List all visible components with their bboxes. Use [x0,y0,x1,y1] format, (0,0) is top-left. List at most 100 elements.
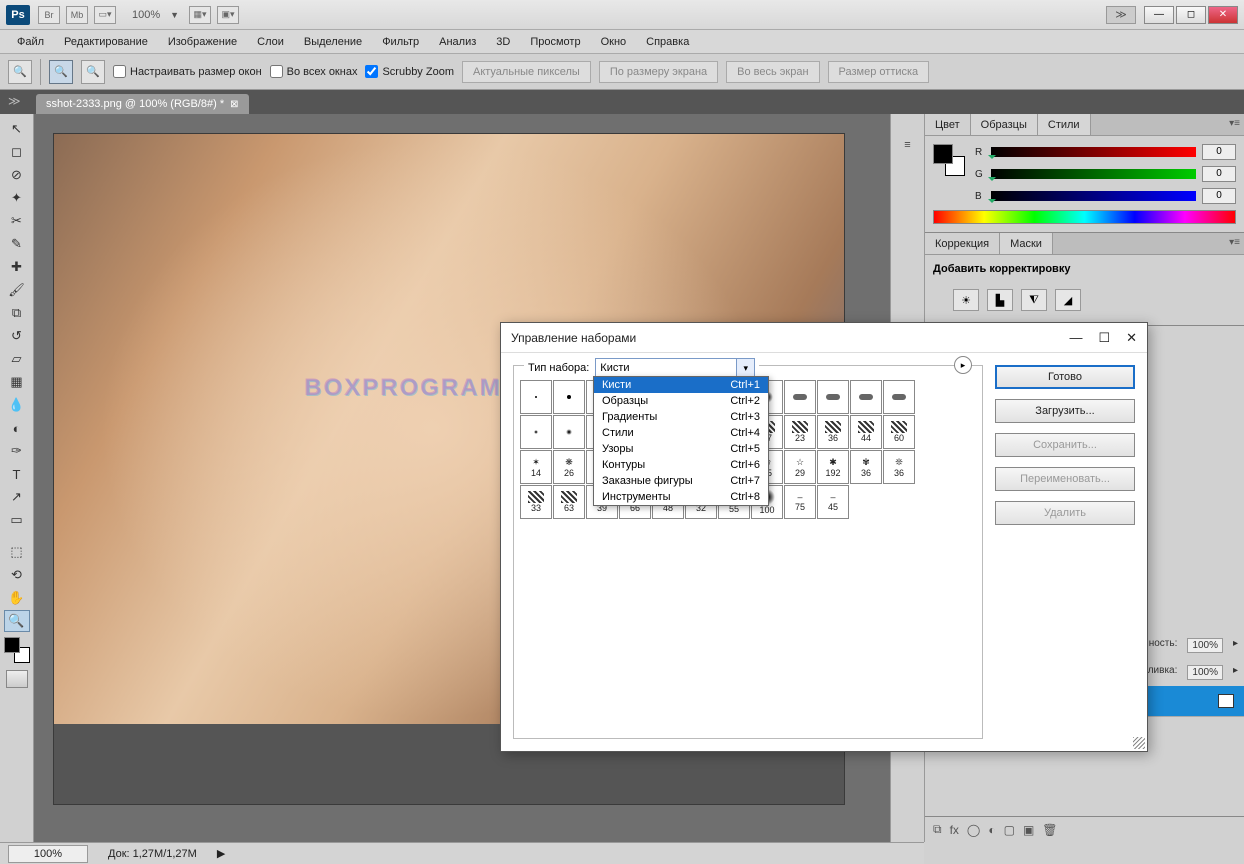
dialog-titlebar[interactable]: Управление наборами — ☐ ✕ [501,323,1147,353]
zoom-out-icon[interactable]: 🔍 [81,60,105,84]
bridge-icon[interactable]: Br [38,6,60,24]
tab-masks[interactable]: Маски [1000,233,1053,254]
brush-preset[interactable] [520,415,552,449]
gradient-tool-icon[interactable]: ▦ [4,371,30,393]
brush-preset[interactable]: –75 [784,485,816,519]
move-tool-icon[interactable]: ↖ [4,118,30,140]
mask-icon[interactable]: ◯ [967,823,980,837]
pen-tool-icon[interactable]: ✑ [4,440,30,462]
brush-preset[interactable] [520,380,552,414]
all-windows-checkbox[interactable]: Во всех окнах [270,65,358,78]
wand-tool-icon[interactable]: ✦ [4,187,30,209]
print-size-button[interactable]: Размер оттиска [828,61,930,83]
document-tab[interactable]: sshot-2333.png @ 100% (RGB/8#) * ⊠ [36,94,249,114]
load-button[interactable]: Загрузить... [995,399,1135,423]
save-button[interactable]: Сохранить... [995,433,1135,457]
panel-menu-icon[interactable]: ▾≡ [1229,118,1240,129]
color-swatches[interactable] [933,144,965,176]
adjustment-layer-icon[interactable]: ◐ [988,823,995,837]
menu-layer[interactable]: Слои [248,33,293,51]
brush-preset[interactable]: ✾36 [850,450,882,484]
done-button[interactable]: Готово [995,365,1135,389]
b-slider[interactable] [991,191,1196,201]
blur-tool-icon[interactable]: 💧 [4,394,30,416]
brightness-icon[interactable]: ☀ [953,289,979,311]
menu-image[interactable]: Изображение [159,33,246,51]
brush-preset[interactable]: 36 [817,415,849,449]
fill-screen-button[interactable]: Во весь экран [726,61,819,83]
brush-preset[interactable]: ❋26 [553,450,585,484]
tab-scroll-icon[interactable]: ≫ [8,94,21,108]
brush-preset[interactable] [883,380,915,414]
close-button[interactable]: ✕ [1208,6,1238,24]
collapse-button[interactable]: ≫ [1106,6,1136,24]
spectrum-bar[interactable] [933,210,1236,224]
foreground-background-swatch[interactable] [4,637,30,663]
tab-color[interactable]: Цвет [925,114,971,135]
menu-edit[interactable]: Редактирование [55,33,157,51]
set-type-select[interactable]: Кисти ▾ [595,358,755,378]
menu-view[interactable]: Просмотр [521,33,589,51]
menu-filter[interactable]: Фильтр [373,33,428,51]
dropdown-item[interactable]: СтилиCtrl+4 [594,425,768,441]
zoom-dropdown-icon[interactable]: ▼ [170,10,179,20]
zoom-tool-icon[interactable]: 🔍 [4,610,30,632]
dock-icon[interactable]: ≡ [896,134,920,156]
shape-tool-icon[interactable]: ▭ [4,509,30,531]
panel-menu-icon[interactable]: ▾≡ [1229,237,1240,248]
dropdown-item[interactable]: КистиCtrl+1 [594,377,768,393]
dialog-close-icon[interactable]: ✕ [1126,330,1137,346]
b-value[interactable]: 0 [1202,188,1236,204]
quick-mask-icon[interactable] [6,670,28,688]
brush-preset[interactable]: 60 [883,415,915,449]
brush-preset[interactable]: 33 [520,485,552,519]
tab-styles[interactable]: Стили [1038,114,1091,135]
delete-icon[interactable]: 🗑 [1042,823,1057,837]
opacity-value[interactable]: 100% [1187,638,1223,653]
resize-windows-checkbox[interactable]: Настраивать размер окон [113,65,262,78]
chevron-down-icon[interactable]: ▾ [736,359,754,377]
brush-preset[interactable]: ☆29 [784,450,816,484]
zoom-in-icon[interactable]: 🔍 [49,60,73,84]
dropdown-item[interactable]: УзорыCtrl+5 [594,441,768,457]
curves-icon[interactable]: ⧨ [1021,289,1047,311]
path-select-icon[interactable]: ↗ [4,486,30,508]
minimize-button[interactable]: — [1144,6,1174,24]
new-layer-icon[interactable]: ▣ [1023,823,1034,837]
tab-adjustments[interactable]: Коррекция [925,233,1000,254]
eraser-tool-icon[interactable]: ▱ [4,348,30,370]
brush-tool-icon[interactable]: 🖌 [4,279,30,301]
status-arrow-icon[interactable]: ▶ [217,847,225,860]
lasso-tool-icon[interactable]: ⊘ [4,164,30,186]
g-slider[interactable] [991,169,1196,179]
stamp-tool-icon[interactable]: ⧉ [4,302,30,324]
scrubby-zoom-checkbox[interactable]: Scrubby Zoom [365,65,454,78]
dialog-maximize-icon[interactable]: ☐ [1098,330,1110,346]
brush-preset[interactable]: 44 [850,415,882,449]
dialog-minimize-icon[interactable]: — [1069,330,1082,346]
marquee-tool-icon[interactable]: ◻ [4,141,30,163]
fit-screen-button[interactable]: По размеру экрана [599,61,718,83]
brush-preset[interactable] [553,380,585,414]
r-value[interactable]: 0 [1202,144,1236,160]
delete-button[interactable]: Удалить [995,501,1135,525]
menu-help[interactable]: Справка [637,33,698,51]
menu-analysis[interactable]: Анализ [430,33,485,51]
close-tab-icon[interactable]: ⊠ [230,99,238,110]
brush-preset[interactable]: –45 [817,485,849,519]
type-tool-icon[interactable]: T [4,463,30,485]
arrange-icon[interactable]: ▦▾ [189,6,211,24]
screen-icon[interactable]: ▣▾ [217,6,239,24]
link-icon[interactable]: ⧉ [933,822,942,837]
menu-file[interactable]: Файл [8,33,53,51]
flyout-menu-icon[interactable]: ▸ [954,356,972,374]
fill-value[interactable]: 100% [1187,665,1223,680]
brush-preset[interactable] [817,380,849,414]
tool-preset-icon[interactable]: 🔍 [8,60,32,84]
brush-preset[interactable] [553,415,585,449]
dropdown-item[interactable]: Заказные фигурыCtrl+7 [594,473,768,489]
brush-preset[interactable]: ❊36 [883,450,915,484]
fx-icon[interactable]: fx [950,823,959,837]
rename-button[interactable]: Переименовать... [995,467,1135,491]
history-brush-icon[interactable]: ↺ [4,325,30,347]
